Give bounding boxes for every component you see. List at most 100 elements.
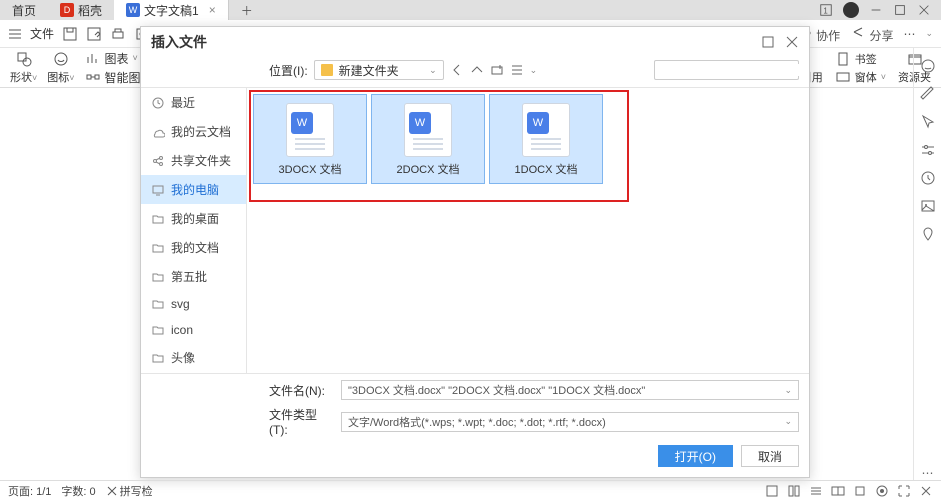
bookmark-icon xyxy=(835,51,851,67)
sidebar-item-8[interactable]: icon xyxy=(141,317,246,343)
folder-icon xyxy=(151,351,165,365)
icon-gallery-icon xyxy=(53,51,69,67)
user-avatar[interactable] xyxy=(843,2,859,18)
folder-icon xyxy=(151,323,165,337)
filename-label: 文件名(N): xyxy=(269,382,335,399)
settings-slider-icon[interactable] xyxy=(920,142,936,158)
folder-icon xyxy=(321,64,333,76)
clock-icon xyxy=(151,96,165,110)
file-item-2[interactable]: W1DOCX 文档 xyxy=(489,94,603,184)
cancel-button[interactable]: 取消 xyxy=(741,445,799,467)
window-maximize-icon[interactable] xyxy=(893,3,907,17)
assistant-icon[interactable] xyxy=(920,58,936,74)
view-mode-icon[interactable] xyxy=(510,63,524,77)
sidebar-item-6[interactable]: 第五批 xyxy=(141,262,246,291)
open-button[interactable]: 打开(O) xyxy=(658,445,733,467)
search-box[interactable] xyxy=(654,60,799,80)
search-input[interactable] xyxy=(665,64,807,76)
sidebar-item-7[interactable]: svg xyxy=(141,291,246,317)
menu-share[interactable]: 分享 xyxy=(850,24,893,44)
cursor-icon[interactable] xyxy=(920,114,936,130)
window-minimize-icon[interactable] xyxy=(869,3,883,17)
folder-icon xyxy=(151,297,165,311)
daoke-icon: D xyxy=(60,3,74,17)
dialog-maximize-icon[interactable] xyxy=(761,35,775,49)
window-close-icon[interactable] xyxy=(917,3,931,17)
share-icon xyxy=(850,24,866,40)
status-bar: 页面: 1/1 字数: 0 拼写检 xyxy=(0,480,941,500)
status-page: 页面: 1/1 xyxy=(8,483,51,499)
location-label: 位置(I): xyxy=(269,62,308,79)
dialog-close-icon[interactable] xyxy=(785,35,799,49)
chart-icon xyxy=(85,50,101,66)
file-area: W3DOCX 文档W2DOCX 文档W1DOCX 文档 xyxy=(247,88,809,373)
hamburger-icon[interactable] xyxy=(8,27,22,41)
view-web-icon[interactable] xyxy=(809,484,823,498)
close-tab-icon[interactable]: × xyxy=(209,3,216,17)
shape-icon xyxy=(16,51,32,67)
sidebar-item-1[interactable]: 我的云文档 xyxy=(141,117,246,146)
right-sidebar: ⋯ xyxy=(913,48,941,480)
view-read-icon[interactable] xyxy=(831,484,845,498)
new-folder-icon[interactable] xyxy=(490,63,504,77)
zoom-fit-icon[interactable] xyxy=(897,484,911,498)
sidebar-more-icon[interactable]: ⋯ xyxy=(922,466,934,480)
form-icon xyxy=(835,69,851,85)
pen-icon[interactable] xyxy=(920,86,936,102)
tool-icon[interactable]: 图标˅ xyxy=(47,51,74,85)
new-tab-button[interactable]: ＋ xyxy=(229,0,265,20)
fit-page-icon[interactable] xyxy=(853,484,867,498)
cloud-icon xyxy=(151,125,165,139)
nav-back-icon[interactable] xyxy=(450,63,464,77)
app-tab-bar: 首页 D稻壳 W文字文稿1× ＋ 1 xyxy=(0,0,941,20)
nav-up-icon[interactable] xyxy=(470,63,484,77)
sidebar-item-9[interactable]: 头像 xyxy=(141,343,246,372)
save-icon[interactable] xyxy=(62,26,78,42)
smartart-icon xyxy=(85,69,101,85)
menu-more-icon[interactable]: ⋯ xyxy=(903,27,915,41)
wps-badge-icon: W xyxy=(409,112,431,134)
filetype-label: 文件类型(T): xyxy=(269,406,335,437)
sidebar-item-3[interactable]: 我的电脑 xyxy=(141,175,246,204)
folder-icon xyxy=(151,270,165,284)
tab-list-icon[interactable]: 1 xyxy=(819,3,833,17)
save-as-icon[interactable] xyxy=(86,26,102,42)
tool-shape[interactable]: 形状˅ xyxy=(10,51,37,85)
doc-thumb: W xyxy=(522,103,570,157)
location-icon[interactable] xyxy=(920,226,936,242)
tab-home[interactable]: 首页 xyxy=(0,0,48,20)
filename-combo[interactable]: "3DOCX 文档.docx" "2DOCX 文档.docx" "1DOCX 文… xyxy=(341,380,799,400)
sidebar-item-5[interactable]: 我的文档 xyxy=(141,233,246,262)
menu-file[interactable]: 文件 xyxy=(30,25,54,42)
wps-badge-icon: W xyxy=(291,112,313,134)
menu-chevron-icon[interactable]: ⌄ xyxy=(925,28,933,39)
focus-icon[interactable] xyxy=(875,484,889,498)
dialog-title: 插入文件 xyxy=(151,32,207,52)
sidebar-item-2[interactable]: 共享文件夹 xyxy=(141,146,246,175)
image-icon[interactable] xyxy=(920,198,936,214)
wps-badge-icon: W xyxy=(527,112,549,134)
tool-window[interactable]: 窗体˅ xyxy=(835,69,886,85)
history-icon[interactable] xyxy=(920,170,936,186)
file-item-0[interactable]: W3DOCX 文档 xyxy=(253,94,367,184)
file-item-1[interactable]: W 2DOCX 文档 xyxy=(371,94,485,184)
print-icon[interactable] xyxy=(110,26,126,42)
share-icon xyxy=(151,154,165,168)
file-label: 2DOCX 文档 xyxy=(397,161,460,177)
expand-icon[interactable] xyxy=(919,484,933,498)
insert-file-dialog: 插入文件 位置(I): 新建文件夹⌄ ⌄ 最近我的云文档共享文件夹我的电脑我的桌… xyxy=(140,26,810,478)
svg-text:1: 1 xyxy=(823,7,827,16)
tab-document[interactable]: W文字文稿1× xyxy=(114,0,229,20)
filetype-combo[interactable]: 文字/Word格式(*.wps; *.wpt; *.doc; *.dot; *.… xyxy=(341,412,799,432)
location-combo[interactable]: 新建文件夹⌄ xyxy=(314,60,444,80)
doc-thumb: W xyxy=(286,103,334,157)
tab-daoke[interactable]: D稻壳 xyxy=(48,0,114,20)
tool-bookmark[interactable]: 书签 xyxy=(835,51,886,67)
sidebar-item-0[interactable]: 最近 xyxy=(141,88,246,117)
folder-icon xyxy=(151,212,165,226)
sidebar-item-4[interactable]: 我的桌面 xyxy=(141,204,246,233)
status-spellcheck[interactable]: 拼写检 xyxy=(106,483,153,499)
view-page-icon[interactable] xyxy=(765,484,779,498)
view-outline-icon[interactable] xyxy=(787,484,801,498)
doc-thumb: W xyxy=(404,103,452,157)
